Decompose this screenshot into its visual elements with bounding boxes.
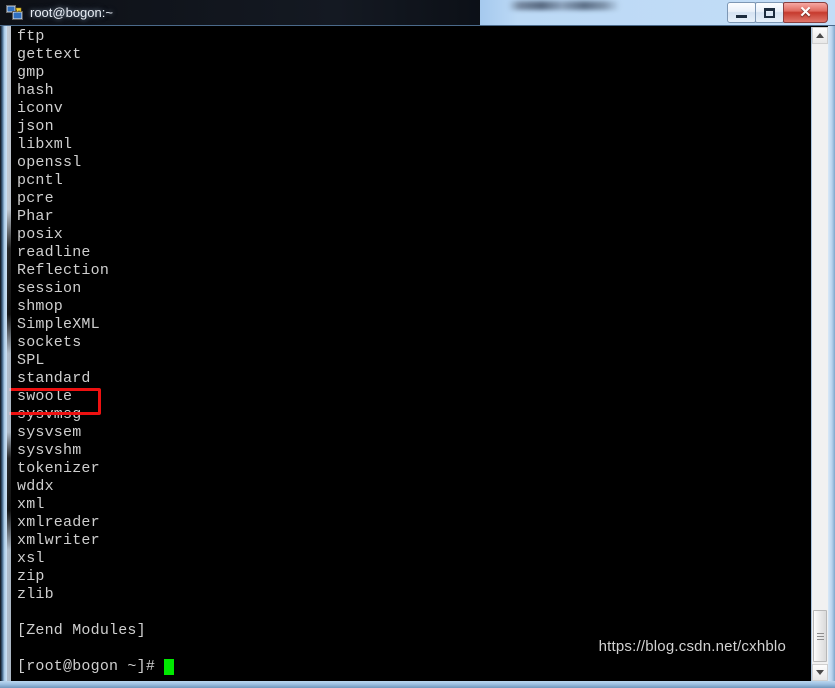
chevron-up-icon — [816, 33, 824, 38]
terminal-line: xsl — [17, 550, 45, 567]
terminal-line: sysvsem — [17, 424, 82, 441]
window-title: root@bogon:~ — [30, 5, 113, 20]
window-border-bottom — [0, 681, 835, 688]
terminal-line: xmlreader — [17, 514, 100, 531]
shell-prompt-line[interactable]: [root@bogon ~]# — [17, 658, 175, 676]
close-icon: ✕ — [799, 4, 812, 21]
terminal-line: pcntl — [17, 172, 64, 189]
terminal-line: zip — [17, 568, 45, 585]
left-scroll-gutter — [7, 26, 11, 681]
close-button[interactable]: ✕ — [783, 2, 828, 23]
scrollbar-grip-icon — [816, 632, 824, 640]
terminal-line: session — [17, 280, 82, 297]
terminal-line: iconv — [17, 100, 64, 117]
putty-terminal-icon — [6, 4, 24, 22]
terminal-line: zlib — [17, 586, 54, 603]
minimize-icon — [736, 14, 747, 18]
terminal-cursor — [164, 659, 175, 675]
terminal-line: xml — [17, 496, 45, 513]
terminal-line: SPL — [17, 352, 45, 369]
terminal-line: SimpleXML — [17, 316, 100, 333]
scroll-up-button[interactable] — [812, 27, 828, 44]
redacted-region — [508, 1, 620, 10]
minimize-button[interactable] — [727, 2, 756, 23]
terminal-line: standard — [17, 370, 91, 387]
terminal-line: swoole — [17, 388, 73, 405]
terminal-line: json — [17, 118, 54, 135]
scrollbar-track[interactable] — [812, 44, 828, 664]
watermark-text: https://blog.csdn.net/cxhblo — [598, 638, 786, 655]
vertical-scrollbar[interactable] — [811, 27, 828, 681]
terminal-line: sysvmsg — [17, 406, 82, 423]
terminal-line: ftp — [17, 28, 45, 45]
terminal-line: readline — [17, 244, 91, 261]
terminal-line: Reflection — [17, 262, 110, 279]
terminal-line: hash — [17, 82, 54, 99]
terminal-line: Phar — [17, 208, 54, 225]
terminal-line: gmp — [17, 64, 45, 81]
terminal-line: libxml — [17, 136, 73, 153]
maximize-icon — [764, 7, 775, 18]
title-bar[interactable]: root@bogon:~ ✕ — [0, 0, 835, 26]
maximize-button[interactable] — [755, 2, 784, 23]
shell-prompt-text: [root@bogon ~]# — [17, 658, 156, 675]
terminal-window: root@bogon:~ ✕ ftp gettext gmp hash iconv jso… — [0, 0, 835, 688]
terminal-line: shmop — [17, 298, 64, 315]
terminal-output: ftp gettext gmp hash iconv json libxml openssl p… — [17, 28, 175, 676]
scrollbar-thumb[interactable] — [813, 610, 827, 662]
terminal-line: xmlwriter — [17, 532, 100, 549]
terminal-screen[interactable]: ftp gettext gmp hash iconv json libxml openssl p… — [7, 26, 808, 681]
terminal-line: pcre — [17, 190, 54, 207]
scroll-down-button[interactable] — [812, 664, 828, 681]
window-border-right — [828, 26, 835, 688]
window-border-left — [0, 26, 7, 688]
terminal-line: posix — [17, 226, 64, 243]
terminal-line: openssl — [17, 154, 82, 171]
terminal-line: sockets — [17, 334, 82, 351]
terminal-line: tokenizer — [17, 460, 100, 477]
terminal-line: [Zend Modules] — [17, 622, 146, 639]
terminal-line: wddx — [17, 478, 54, 495]
terminal-line: sysvshm — [17, 442, 82, 459]
terminal-line: gettext — [17, 46, 82, 63]
chevron-down-icon — [816, 670, 824, 675]
window-controls: ✕ — [727, 2, 828, 23]
